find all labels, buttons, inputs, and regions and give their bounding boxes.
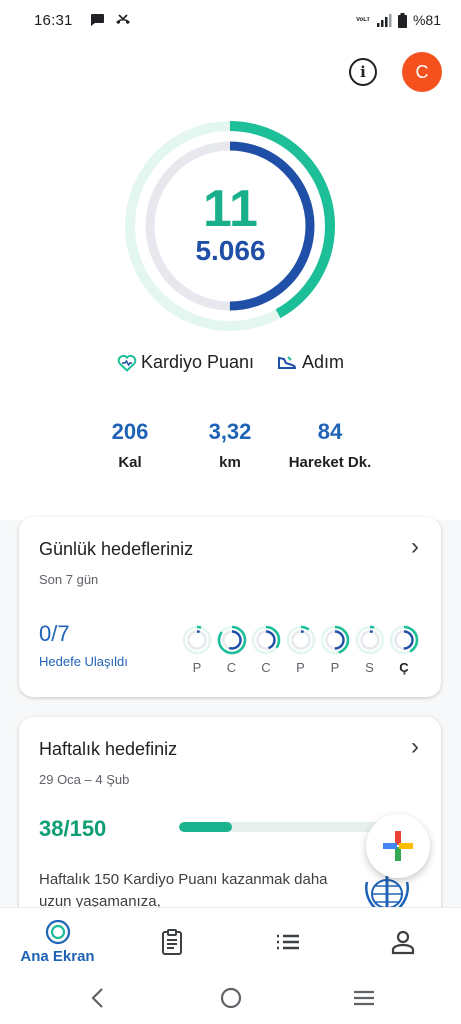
steps-legend: Adım xyxy=(276,352,344,373)
signal-icon xyxy=(376,14,392,27)
weekly-goal-title: Haftalık hedefiniz xyxy=(39,739,178,759)
day-letter: P xyxy=(192,660,202,675)
heart-points-legend: Kardiyo Puanı xyxy=(117,352,254,373)
status-bar: 16:31 VoLTE %81 xyxy=(0,0,461,40)
heart-icon xyxy=(117,354,137,372)
add-activity-button[interactable] xyxy=(366,814,430,878)
move-minutes-value: 84 xyxy=(317,419,343,444)
nav-home-label: Ana Ekran xyxy=(20,948,95,965)
system-navigation-bar xyxy=(0,972,461,1024)
weekly-goal-date-range: 29 Oca – 4 Şub xyxy=(39,772,130,787)
daily-goals-card[interactable]: Günlük hedefleriniz Son 7 gün › 0/7 Hede… xyxy=(19,517,441,697)
move-minutes-label: Hareket Dk. xyxy=(288,454,372,471)
missed-call-icon xyxy=(115,14,130,24)
day-ring-5 xyxy=(355,625,384,655)
day-letter: S xyxy=(365,660,374,675)
daily-goals-subtitle: Son 7 gün xyxy=(39,572,99,587)
profile-icon xyxy=(391,930,415,955)
day-letter: P xyxy=(330,660,340,675)
home-icon xyxy=(45,919,71,945)
goals-achieved-label: Hedefe Ulaşıldı xyxy=(39,654,128,669)
browse-icon xyxy=(277,934,299,950)
battery-percent: %81 xyxy=(412,12,441,28)
volte-indicator: VoLTE xyxy=(355,16,370,23)
shoe-icon xyxy=(278,355,297,369)
info-icon: i xyxy=(360,63,366,81)
nav-browse[interactable] xyxy=(230,908,345,973)
avatar-initial: C xyxy=(415,61,429,82)
info-button[interactable]: i xyxy=(349,58,377,86)
status-time: 16:31 xyxy=(34,11,73,29)
day-letter: C xyxy=(261,660,271,675)
plus-icon xyxy=(383,831,413,861)
day-ring-2 xyxy=(251,625,281,655)
heart-points-legend-label: Kardiyo Puanı xyxy=(140,352,255,372)
day-ring-1 xyxy=(217,625,246,655)
nav-profile[interactable] xyxy=(345,908,460,973)
battery-icon xyxy=(397,12,407,28)
move-minutes-stat: 84 Hareket Dk. xyxy=(270,418,390,471)
day-letter: Ç xyxy=(399,660,409,675)
chevron-right-icon[interactable]: › xyxy=(411,533,419,561)
weekly-progress-bar xyxy=(179,822,389,832)
rings-legend: Kardiyo Puanı Adım xyxy=(0,352,461,373)
day-letter: P xyxy=(296,660,305,675)
day-ring-0 xyxy=(182,625,212,655)
message-icon xyxy=(90,14,104,26)
day-ring-6 xyxy=(389,625,419,655)
journal-icon xyxy=(162,929,182,955)
steps-legend-label: Adım xyxy=(302,352,345,372)
day-ring-4 xyxy=(320,625,350,655)
home-button-icon[interactable] xyxy=(217,984,245,1012)
day-ring-3 xyxy=(286,625,315,655)
nav-home[interactable]: Ana Ekran xyxy=(0,908,115,973)
day-letter: C xyxy=(226,660,237,675)
steps-value: 5.066 xyxy=(195,235,266,266)
weekly-goal-progress: 38/150 xyxy=(39,816,107,841)
back-icon[interactable] xyxy=(84,984,112,1012)
recents-icon[interactable] xyxy=(350,984,378,1012)
chevron-right-icon[interactable]: › xyxy=(411,733,419,761)
bottom-navigation: Ana Ekran xyxy=(0,907,461,972)
nav-journal[interactable] xyxy=(115,908,230,973)
weekly-progress-fill xyxy=(179,822,233,832)
daily-goals-title: Günlük hedefleriniz xyxy=(39,539,194,559)
avatar[interactable]: C xyxy=(402,52,442,92)
goals-achieved-count: 0/7 xyxy=(39,621,70,646)
heart-points-value: 11 xyxy=(203,180,258,238)
